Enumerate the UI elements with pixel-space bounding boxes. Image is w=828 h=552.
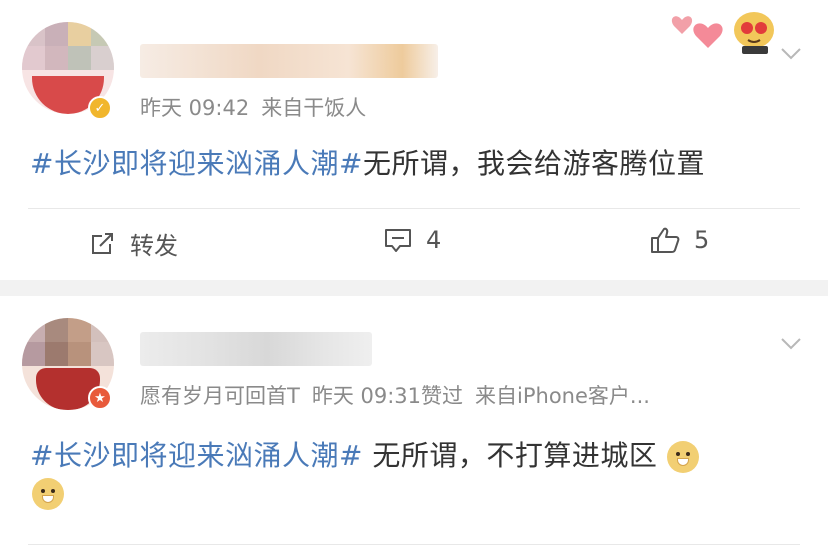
chevron-down-icon[interactable]: [780, 46, 801, 64]
post-text: 无所谓，我会给游客腾位置: [362, 147, 705, 180]
hashtag-link[interactable]: #长沙即将迎来汹涌人潮#: [30, 147, 363, 180]
post-time: 昨天 09:42: [140, 96, 250, 120]
post-time: 昨天 09:31赞过: [311, 384, 464, 408]
verified-badge-icon: ★: [88, 386, 112, 410]
comment-count: 4: [426, 226, 442, 254]
username-blurred[interactable]: [140, 332, 372, 366]
doge-emoji-icon: [666, 441, 699, 473]
repost-icon: [92, 232, 113, 254]
post-source[interactable]: 来自干饭人: [261, 96, 366, 120]
doge-emoji-icon: [32, 478, 64, 510]
like-button[interactable]: 5: [650, 226, 709, 254]
avatar-mosaic: [22, 22, 114, 70]
comment-button[interactable]: 4: [384, 226, 441, 254]
repost-label: 转发: [130, 232, 178, 260]
like-icon: [651, 227, 680, 253]
post-body: #长沙即将迎来汹涌人潮#无所谓，我会给游客腾位置: [30, 142, 705, 182]
avatar-mosaic: [22, 318, 114, 366]
hashtag-link[interactable]: #长沙即将迎来汹涌人潮#: [30, 439, 363, 472]
chevron-down-icon[interactable]: [780, 336, 801, 354]
post-meta-extra: 愿有岁月可回首T: [140, 384, 300, 408]
username-blurred[interactable]: [140, 44, 438, 78]
post-text: 无所谓，不打算进城区: [362, 439, 658, 472]
post-source[interactable]: 来自iPhone客户...: [475, 384, 650, 408]
post-body: #长沙即将迎来汹涌人潮# 无所谓，不打算进城区: [30, 434, 699, 474]
repost-button[interactable]: 转发: [90, 226, 178, 261]
like-count: 5: [694, 226, 710, 254]
verified-badge-icon: ✓: [88, 96, 112, 120]
divider: [28, 544, 800, 545]
post-meta: 昨天 09:42 来自干饭人: [140, 92, 378, 122]
post-card-2: ★ 愿有岁月可回首T 昨天 09:31赞过 来自iPhone客户... #长沙即将迎…: [0, 296, 828, 552]
hearts-sticker-icon: [668, 6, 778, 56]
post-meta: 愿有岁月可回首T 昨天 09:31赞过 来自iPhone客户...: [140, 380, 662, 410]
post-card-1: ✓ 昨天 09:42 来自干饭人 #长沙即将迎来汹涌人潮#无所谓，我会给游客腾位置…: [0, 0, 828, 280]
comment-icon: [385, 229, 411, 252]
divider: [28, 208, 800, 209]
